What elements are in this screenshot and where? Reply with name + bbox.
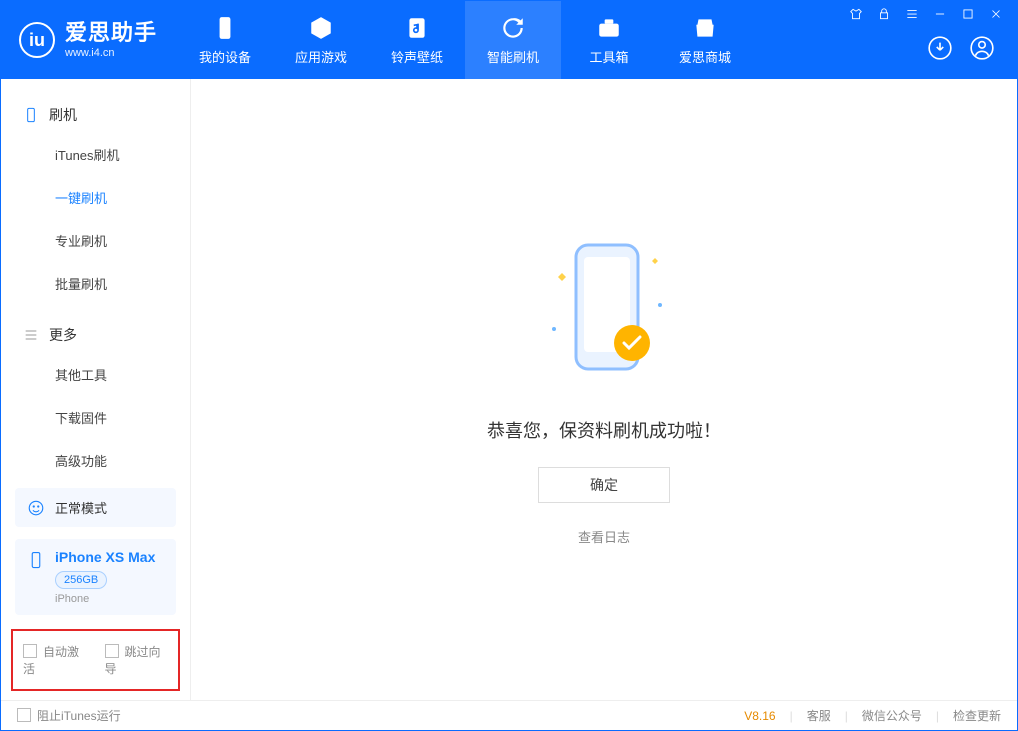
success-illustration xyxy=(534,233,674,393)
refresh-icon xyxy=(500,15,526,41)
tab-label: 爱思商城 xyxy=(679,47,731,66)
checkbox-icon xyxy=(17,708,31,722)
header-right-icons xyxy=(927,35,995,61)
tab-label: 应用游戏 xyxy=(295,47,347,66)
section-label: 更多 xyxy=(49,325,77,345)
tab-tools[interactable]: 工具箱 xyxy=(561,1,657,79)
music-icon xyxy=(404,15,430,41)
sidebar: 刷机 iTunes刷机 一键刷机 专业刷机 批量刷机 更多 其他工具 下载固件 … xyxy=(1,79,191,700)
lock-icon[interactable] xyxy=(877,7,891,21)
store-icon xyxy=(692,15,718,41)
maximize-icon[interactable] xyxy=(961,7,975,21)
tab-rings[interactable]: 铃声壁纸 xyxy=(369,1,465,79)
options-highlight: 自动激活 跳过向导 xyxy=(11,629,180,691)
app-body: 刷机 iTunes刷机 一键刷机 专业刷机 批量刷机 更多 其他工具 下载固件 … xyxy=(1,79,1017,700)
tab-label: 工具箱 xyxy=(590,47,629,66)
svg-text:iu: iu xyxy=(29,30,45,50)
tab-flash[interactable]: 智能刷机 xyxy=(465,1,561,79)
tab-device[interactable]: 我的设备 xyxy=(177,1,273,79)
tab-apps[interactable]: 应用游戏 xyxy=(273,1,369,79)
sidebar-item-oneclick[interactable]: 一键刷机 xyxy=(1,176,190,219)
header-tabs: 我的设备 应用游戏 铃声壁纸 智能刷机 工具箱 爱思商城 xyxy=(177,1,753,79)
device-icon xyxy=(23,107,39,123)
sidebar-item-pro[interactable]: 专业刷机 xyxy=(1,219,190,262)
tab-store[interactable]: 爱思商城 xyxy=(657,1,753,79)
checkbox-icon xyxy=(23,644,37,658)
footer-service-link[interactable]: 客服 xyxy=(807,707,831,724)
menu-icon[interactable] xyxy=(905,7,919,21)
device-storage: 256GB xyxy=(55,571,107,589)
footer-update-link[interactable]: 检查更新 xyxy=(953,707,1001,724)
cube-icon xyxy=(308,15,334,41)
checkbox-icon xyxy=(105,644,119,658)
checkbox-skip-guide[interactable]: 跳过向导 xyxy=(105,643,169,677)
view-log-link[interactable]: 查看日志 xyxy=(578,527,630,546)
sidebar-section-flash: 刷机 xyxy=(1,97,190,133)
app-header: iu 爱思助手 www.i4.cn 我的设备 应用游戏 铃声壁纸 智能刷机 工具… xyxy=(1,1,1017,79)
mode-panel[interactable]: 正常模式 xyxy=(15,488,176,527)
phone-icon xyxy=(212,15,238,41)
footer-wechat-link[interactable]: 微信公众号 xyxy=(862,707,922,724)
success-message: 恭喜您，保资料刷机成功啦！ xyxy=(487,417,721,443)
tab-label: 铃声壁纸 xyxy=(391,47,443,66)
download-icon[interactable] xyxy=(927,35,953,61)
app-title: 爱思助手 xyxy=(65,22,157,44)
section-label: 刷机 xyxy=(49,105,77,125)
mode-icon xyxy=(27,499,45,517)
checkbox-label: 阻止iTunes运行 xyxy=(37,709,121,723)
toolbox-icon xyxy=(596,15,622,41)
sidebar-item-batch[interactable]: 批量刷机 xyxy=(1,262,190,305)
sidebar-section-more: 更多 xyxy=(1,317,190,353)
phone-icon xyxy=(27,551,45,569)
device-type: iPhone xyxy=(55,593,155,605)
app-logo: iu 爱思助手 www.i4.cn xyxy=(19,22,157,59)
user-icon[interactable] xyxy=(969,35,995,61)
main-content: 恭喜您，保资料刷机成功啦！ 确定 查看日志 xyxy=(191,79,1017,700)
device-panel[interactable]: iPhone XS Max 256GB iPhone xyxy=(15,539,176,615)
sidebar-item-firmware[interactable]: 下载固件 xyxy=(1,396,190,439)
close-icon[interactable] xyxy=(989,7,1003,21)
tab-label: 我的设备 xyxy=(199,47,251,66)
sidebar-item-other[interactable]: 其他工具 xyxy=(1,353,190,396)
list-icon xyxy=(23,327,39,343)
minimize-icon[interactable] xyxy=(933,7,947,21)
mode-label: 正常模式 xyxy=(55,498,107,517)
version-label: V8.16 xyxy=(744,709,775,723)
ok-button[interactable]: 确定 xyxy=(538,467,670,503)
logo-icon: iu xyxy=(19,22,55,58)
sidebar-item-advanced[interactable]: 高级功能 xyxy=(1,439,190,482)
tab-label: 智能刷机 xyxy=(487,47,539,66)
tshirt-icon[interactable] xyxy=(849,7,863,21)
device-name: iPhone XS Max xyxy=(55,549,155,565)
sidebar-item-itunes[interactable]: iTunes刷机 xyxy=(1,133,190,176)
titlebar-controls xyxy=(849,7,1003,21)
checkbox-block-itunes[interactable]: 阻止iTunes运行 xyxy=(17,707,121,724)
checkbox-auto-activate[interactable]: 自动激活 xyxy=(23,643,87,677)
app-subtitle: www.i4.cn xyxy=(65,48,157,59)
footer: 阻止iTunes运行 V8.16| 客服| 微信公众号| 检查更新 xyxy=(1,700,1017,730)
